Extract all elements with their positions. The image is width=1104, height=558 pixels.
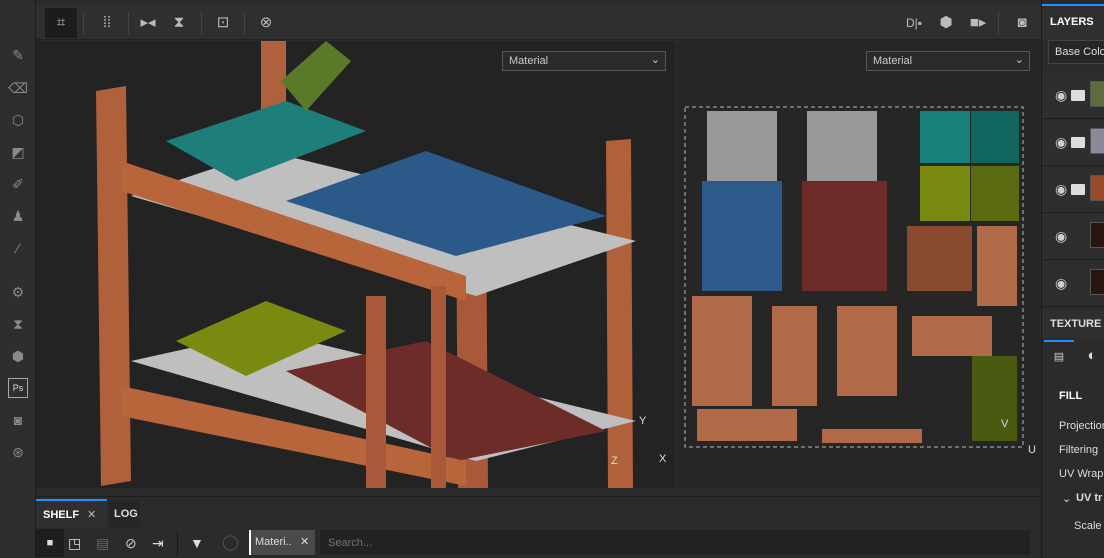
mirror-y-icon[interactable]: ⧗: [163, 8, 195, 38]
chevron-down-icon[interactable]: ⌄: [1062, 492, 1071, 505]
camera-icon[interactable]: ■▸: [962, 8, 994, 38]
right-panel: LAYERS Base Color ◉ ◉ ◉ ◉ ◉ TEXTURE S ▤ …: [1041, 0, 1104, 558]
shelf-search-input[interactable]: [320, 530, 1030, 555]
log-tab-label: LOG: [114, 508, 138, 520]
close-icon[interactable]: ✕: [300, 535, 309, 548]
settings-icon[interactable]: ⬢: [8, 346, 28, 366]
display-mode-icon[interactable]: D|▪: [898, 8, 930, 38]
eraser-icon[interactable]: ⌫: [8, 78, 28, 98]
eye-icon[interactable]: ◉: [1055, 134, 1067, 151]
fill-section-title: FILL: [1059, 390, 1083, 402]
scale-label: Scale: [1074, 520, 1102, 532]
filtering-label: Filtering: [1059, 444, 1099, 456]
layer-thumbnail: [1090, 175, 1104, 201]
eye-icon[interactable]: ◉: [1055, 228, 1067, 245]
viewport-3d-channel-dropdown[interactable]: Material ⌄: [502, 51, 666, 71]
uv-transform-group[interactable]: UV tr: [1076, 492, 1102, 504]
viewport-2d-uv[interactable]: Material ⌄ V U: [677, 41, 1040, 488]
plugin-icon[interactable]: ⊛: [8, 442, 28, 462]
layer-item[interactable]: ◉: [1042, 73, 1104, 119]
reset-icon[interactable]: ⊗: [250, 8, 282, 38]
layer-item[interactable]: ◉: [1042, 261, 1104, 307]
clone-stamp-icon[interactable]: ♟: [8, 206, 28, 226]
uv-wrap-label: UV Wrap: [1059, 468, 1104, 480]
axis-z-label: Z: [611, 455, 618, 467]
dropdown-value: Material: [509, 55, 549, 67]
folder-open-icon: [1071, 184, 1085, 195]
axis-u-label: U: [1028, 444, 1036, 456]
layer-item[interactable]: ◉: [1042, 167, 1104, 213]
channel-value: Base Color: [1055, 46, 1104, 58]
viewport-toolbar: ⌗ ⁞⁞ ▸◂ ⧗ ⊡ ⊗ D|▪ ⬢ ■▸ ◙: [36, 4, 1040, 40]
save-icon[interactable]: ▤: [96, 529, 109, 557]
shelf-panel: SHELF ✕ LOG ■ ◳ ▤ ⊘ ⇥ ▼ ◯ Materi.. ✕: [36, 496, 1040, 558]
axis-y-label: Y: [639, 415, 647, 427]
filter-chip-label: Materi..: [255, 536, 292, 548]
tab-log[interactable]: LOG: [108, 501, 140, 527]
layer-item[interactable]: ◉: [1042, 214, 1104, 260]
layer-item[interactable]: ◉: [1042, 120, 1104, 166]
layer-thumbnail: [1090, 81, 1104, 107]
eye-icon[interactable]: ◉: [1055, 87, 1067, 104]
folder-icon[interactable]: ■: [36, 529, 64, 557]
folder-icon: [1071, 90, 1085, 101]
paint-brush-icon[interactable]: ✎: [8, 45, 28, 65]
layer-thumbnail: [1090, 128, 1104, 154]
tab-layers[interactable]: LAYERS: [1042, 4, 1104, 40]
eye-icon[interactable]: ◉: [1055, 275, 1067, 292]
uv-texture-map: [684, 106, 1024, 448]
layers-title: LAYERS: [1050, 16, 1094, 28]
substance-icon[interactable]: ⚙: [8, 282, 28, 302]
grid-options-icon[interactable]: ⁞⁞: [91, 8, 123, 38]
close-icon[interactable]: ✕: [87, 508, 96, 521]
new-shelf-icon[interactable]: ◳: [68, 529, 81, 557]
import-icon[interactable]: ⇥: [152, 529, 164, 557]
projection-icon[interactable]: ⬡: [8, 110, 28, 130]
hide-icon[interactable]: ⊘: [125, 529, 137, 557]
screenshot-icon[interactable]: ◙: [1006, 8, 1038, 38]
tool-sidebar: ✎ ⌫ ⬡ ◩ ✐ ♟ ⁄ ⚙ ⧗ ⬢ Ps ◙ ⊛: [0, 0, 36, 558]
color-picker-icon[interactable]: ⁄: [8, 238, 28, 258]
bunk-bed-model: [96, 41, 636, 488]
axis-x-label: X: [659, 453, 667, 465]
eye-icon[interactable]: ◉: [1055, 181, 1067, 198]
fill-settings-icon[interactable]: ▤: [1044, 340, 1074, 372]
refresh-icon[interactable]: ◯: [222, 529, 239, 557]
layer-thumbnail: [1090, 269, 1104, 295]
select-tool-icon[interactable]: ⌗: [45, 8, 77, 38]
projection-label: Projection: [1059, 420, 1104, 432]
layer-thumbnail: [1090, 222, 1104, 248]
smudge-icon[interactable]: ✐: [8, 174, 28, 194]
filter-chip[interactable]: Materi.. ✕: [249, 530, 315, 555]
polygon-fill-icon[interactable]: ◩: [8, 142, 28, 162]
photoshop-icon[interactable]: Ps: [8, 378, 28, 398]
axis-v-label: V: [1001, 418, 1009, 430]
tab-shelf[interactable]: SHELF ✕: [36, 499, 107, 527]
bake-icon[interactable]: ⧗: [8, 314, 28, 334]
center-icon[interactable]: ⊡: [207, 8, 239, 38]
tab-texture-set[interactable]: TEXTURE S: [1042, 310, 1104, 338]
shelf-tab-label: SHELF: [43, 509, 80, 521]
channel-dropdown[interactable]: Base Color: [1048, 40, 1104, 64]
chevron-down-icon: ⌄: [650, 54, 660, 66]
texture-set-title: TEXTURE S: [1050, 318, 1104, 330]
filter-icon[interactable]: ▼: [190, 529, 204, 557]
viewport-3d[interactable]: Material ⌄ Y X Z: [36, 41, 676, 488]
folder-icon: [1071, 137, 1085, 148]
render-mode-cube-icon[interactable]: ⬢: [930, 8, 962, 38]
material-sphere-icon[interactable]: ◐: [1078, 342, 1104, 372]
mirror-x-icon[interactable]: ▸◂: [132, 8, 164, 38]
viewer-icon[interactable]: ◙: [8, 410, 28, 430]
